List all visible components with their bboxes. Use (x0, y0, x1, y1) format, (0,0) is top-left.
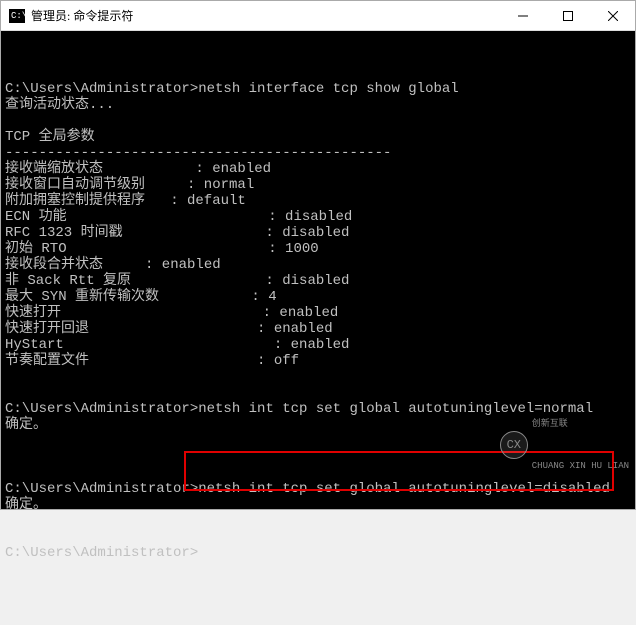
terminal-line (5, 113, 631, 129)
terminal-area[interactable]: C:\Users\Administrator>netsh interface t… (1, 31, 635, 509)
terminal-line: 接收段合并状态 : enabled (5, 257, 631, 273)
terminal-line: ECN 功能 : disabled (5, 209, 631, 225)
terminal-line: 快速打开回退 : enabled (5, 321, 631, 337)
watermark-logo-icon: CX (500, 431, 528, 459)
window-frame: C:\. 管理员: 命令提示符 C:\Users\Administrator>n… (0, 0, 636, 510)
watermark-line1: 创新互联 (532, 419, 629, 429)
terminal-line: 查询活动状态... (5, 97, 631, 113)
titlebar[interactable]: C:\. 管理员: 命令提示符 (1, 1, 635, 31)
window-controls (500, 1, 635, 30)
terminal-line: 快速打开 : enabled (5, 305, 631, 321)
terminal-line: 节奏配置文件 : off (5, 353, 631, 369)
terminal-line (5, 529, 631, 545)
terminal-line: 附加拥塞控制提供程序 : default (5, 193, 631, 209)
watermark: CX 创新互联 CHUANG XIN HU LIAN (500, 387, 629, 503)
watermark-line2: CHUANG XIN HU LIAN (532, 461, 629, 471)
cmd-icon: C:\. (9, 9, 25, 23)
terminal-line: HyStart : enabled (5, 337, 631, 353)
terminal-line: 初始 RTO : 1000 (5, 241, 631, 257)
window-title: 管理员: 命令提示符 (31, 7, 500, 24)
terminal-line: 接收端缩放状态 : enabled (5, 161, 631, 177)
terminal-line (5, 369, 631, 385)
terminal-line (5, 65, 631, 81)
terminal-line: 接收窗口自动调节级别 : normal (5, 177, 631, 193)
minimize-button[interactable] (500, 1, 545, 30)
close-button[interactable] (590, 1, 635, 30)
terminal-line: C:\Users\Administrator>netsh interface t… (5, 81, 631, 97)
terminal-line (5, 513, 631, 529)
maximize-button[interactable] (545, 1, 590, 30)
terminal-line: RFC 1323 时间戳 : disabled (5, 225, 631, 241)
terminal-line: C:\Users\Administrator> (5, 545, 631, 561)
terminal-line: TCP 全局参数 (5, 129, 631, 145)
terminal-line: 最大 SYN 重新传输次数 : 4 (5, 289, 631, 305)
terminal-line: 非 Sack Rtt 复原 : disabled (5, 273, 631, 289)
terminal-line: ----------------------------------------… (5, 145, 631, 161)
